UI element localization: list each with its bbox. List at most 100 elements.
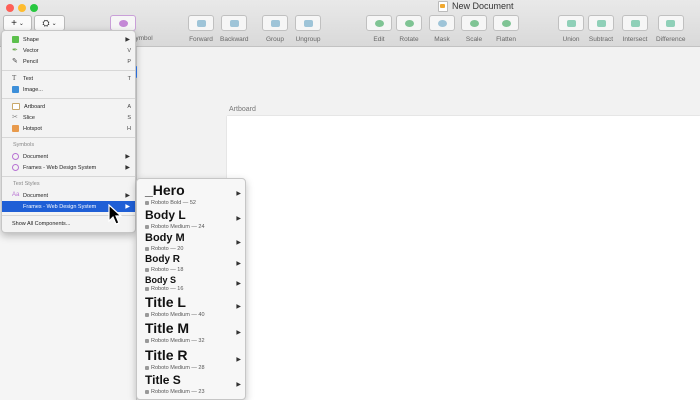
menu-item-symbols-frames[interactable]: Frames - Web Design System ▶	[2, 162, 135, 173]
flatten-tool[interactable]: Flatten	[493, 15, 519, 43]
forward-icon	[188, 15, 214, 31]
close-window-button[interactable]	[6, 4, 14, 12]
text-style-item[interactable]: Body R Roboto — 18 ▶	[137, 253, 245, 274]
edit-icon	[366, 15, 392, 31]
text-style-icon	[145, 366, 149, 370]
menu-item-pencil[interactable]: ✎ Pencil P	[2, 56, 135, 67]
insert-button[interactable]: + ⌄	[3, 15, 32, 31]
text-style-spec: Roboto Medium — 24	[145, 224, 205, 230]
menu-item-artboard[interactable]: Artboard A	[2, 101, 135, 112]
menu-item-label: Artboard	[24, 103, 46, 110]
menu-item-slice[interactable]: ✂ Slice S	[2, 112, 135, 123]
text-style-name: Body R	[145, 254, 180, 265]
text-style-item[interactable]: _Hero Roboto Bold — 52 ▶	[137, 181, 245, 207]
text-style-spec-text: Roboto Medium — 28	[151, 365, 205, 371]
menu-item-label: Frames - Web Design System	[23, 164, 97, 171]
shortcut-label: H	[127, 125, 131, 132]
ungroup-tool[interactable]: Ungroup	[295, 15, 321, 43]
menu-item-text-styles-document[interactable]: Aa Document ▶	[2, 190, 135, 201]
scale-tool[interactable]: Scale	[461, 15, 487, 43]
subtract-tool[interactable]: Subtract	[588, 15, 614, 43]
text-style-item[interactable]: Body L Roboto Medium — 24 ▶	[137, 207, 245, 231]
forward-tool[interactable]: Forward	[188, 15, 214, 43]
menu-item-label: Frames - Web Design System	[23, 203, 97, 210]
menu-item-image[interactable]: Image...	[2, 84, 135, 95]
chevron-right-icon: ▶	[125, 37, 130, 43]
menu-item-shape[interactable]: Shape ▶	[2, 34, 135, 45]
difference-label: Difference	[656, 36, 686, 43]
difference-tool[interactable]: Difference	[656, 15, 686, 43]
chevron-down-icon: ⌄	[51, 20, 57, 27]
pencil-icon: ✎	[12, 58, 18, 65]
menu-item-vector[interactable]: ✒ Vector V	[2, 45, 135, 56]
text-style-spec-text: Roboto Medium — 24	[151, 224, 205, 230]
intersect-tool[interactable]: Intersect	[622, 15, 648, 43]
difference-icon	[657, 15, 684, 31]
chevron-down-icon: ⌄	[18, 20, 24, 27]
rotate-tool[interactable]: Rotate	[396, 15, 422, 43]
chevron-right-icon: ▶	[236, 304, 241, 310]
text-style-item[interactable]: Title S Roboto Medium — 23 ▶	[137, 373, 245, 397]
shortcut-label: V	[127, 47, 131, 54]
rotate-label: Rotate	[399, 36, 419, 43]
create-symbol-icon	[110, 15, 136, 31]
text-style-spec-text: Roboto Bold — 52	[151, 200, 196, 206]
menu-item-label: Vector	[23, 47, 39, 54]
group-label: Group	[265, 36, 285, 43]
mask-tool[interactable]: Mask	[429, 15, 455, 43]
text-style-spec-text: Roboto Medium — 40	[151, 312, 205, 318]
symbol-icon	[12, 164, 19, 171]
menu-item-label: Document	[23, 153, 49, 160]
text-style-item[interactable]: Title L Roboto Medium — 40 ▶	[137, 294, 245, 320]
minimize-window-button[interactable]	[18, 4, 26, 12]
text-style-name: Title R	[145, 347, 188, 363]
menu-item-label: Pencil	[23, 58, 38, 65]
shape-icon	[12, 36, 19, 43]
artboard[interactable]	[227, 116, 700, 400]
edit-tool[interactable]: Edit	[366, 15, 392, 43]
menu-item-symbols-document[interactable]: Document ▶	[2, 151, 135, 162]
menu-item-text[interactable]: T Text T	[2, 73, 135, 84]
chevron-right-icon: ▶	[236, 382, 241, 388]
text-style-item[interactable]: Title R Roboto Medium — 28 ▶	[137, 347, 245, 373]
chevron-right-icon: ▶	[125, 193, 130, 199]
text-styles-submenu: _Hero Roboto Bold — 52 ▶ Body L Roboto M…	[136, 178, 246, 400]
text-style-item[interactable]: Title M Roboto Medium — 32 ▶	[137, 320, 245, 347]
text-style-spec: Roboto — 16	[145, 286, 183, 292]
text-style-spec-text: Roboto — 16	[151, 286, 184, 292]
text-style-item[interactable]: Body S Roboto — 16 ▶	[137, 274, 245, 294]
menu-item-hotspot[interactable]: Hotspot H	[2, 123, 135, 134]
union-tool[interactable]: Union	[558, 15, 584, 43]
backward-tool[interactable]: Backward	[220, 15, 249, 43]
backward-icon	[221, 15, 248, 31]
text-style-spec: Roboto — 18	[145, 267, 183, 273]
artboard-label[interactable]: Artboard	[229, 106, 256, 113]
text-style-spec: Roboto Medium — 32	[145, 338, 205, 344]
text-style-icon	[145, 247, 149, 251]
text-style-icon	[145, 201, 149, 205]
text-style-item[interactable]: Body M Roboto — 20 ▶	[137, 231, 245, 253]
mouse-cursor-icon	[108, 204, 122, 225]
union-label: Union	[562, 36, 580, 43]
chevron-right-icon: ▶	[236, 261, 241, 267]
scale-label: Scale	[465, 36, 483, 43]
text-style-icon	[145, 339, 149, 343]
group-tool[interactable]: Group	[262, 15, 288, 43]
text-style-name: Title M	[145, 320, 190, 336]
create-symbol-tool[interactable]	[110, 15, 136, 31]
text-style-name: _Hero	[145, 182, 185, 198]
zoom-window-button[interactable]	[30, 4, 38, 12]
menu-separator	[2, 70, 135, 71]
subtract-icon	[588, 15, 614, 31]
symbol-button[interactable]: ⛭ ⌄	[34, 15, 65, 31]
menu-item-label: Text	[23, 75, 34, 82]
mask-icon	[429, 15, 455, 31]
union-icon	[558, 15, 584, 31]
symbols-section-header: Symbols	[13, 142, 35, 148]
shortcut-label: P	[127, 58, 131, 65]
window-title-text: New Document	[452, 1, 514, 11]
text-style-name: Body L	[145, 208, 186, 222]
chevron-right-icon: ▶	[125, 165, 130, 171]
text-styles-section-header: Text Styles	[13, 181, 40, 187]
chevron-right-icon: ▶	[236, 357, 241, 363]
